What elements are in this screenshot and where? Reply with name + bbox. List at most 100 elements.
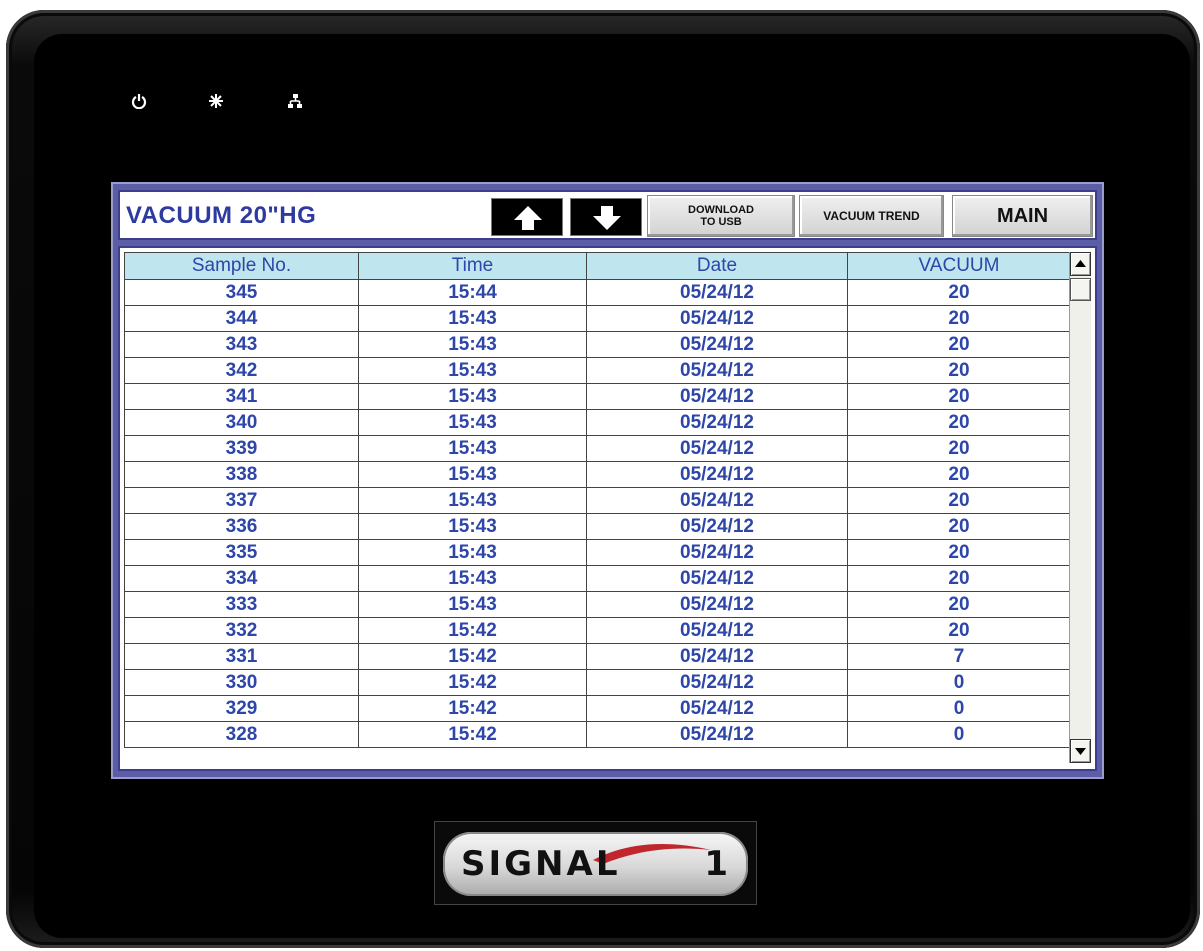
cell-sample-no: 333 — [124, 591, 359, 618]
cell-time: 15:43 — [358, 305, 587, 332]
cell-vacuum: 7 — [847, 643, 1071, 670]
cell-date: 05/24/12 — [586, 435, 848, 462]
table-row: 342 15:43 05/24/12 20 — [124, 357, 1071, 384]
download-label-line2: TO USB — [700, 216, 742, 228]
cell-time: 15:43 — [358, 357, 587, 384]
table-row: 339 15:43 05/24/12 20 — [124, 435, 1071, 462]
download-to-usb-button[interactable]: DOWNLOAD TO USB — [647, 195, 795, 237]
cell-time: 15:43 — [358, 331, 587, 358]
column-header-vacuum[interactable]: VACUUM — [847, 252, 1071, 280]
cell-time: 15:43 — [358, 461, 587, 488]
cell-sample-no: 330 — [124, 669, 359, 696]
download-label-line1: DOWNLOAD — [688, 204, 754, 216]
cell-vacuum: 20 — [847, 279, 1071, 306]
cell-date: 05/24/12 — [586, 487, 848, 514]
triangle-up-icon — [1075, 260, 1086, 267]
cell-date: 05/24/12 — [586, 591, 848, 618]
column-header-date[interactable]: Date — [586, 252, 848, 280]
table-row: 338 15:43 05/24/12 20 — [124, 461, 1071, 488]
scrollbar-down-button[interactable] — [1070, 739, 1091, 763]
cell-time: 15:42 — [358, 721, 587, 748]
scrollbar-thumb[interactable] — [1070, 278, 1091, 301]
cell-sample-no: 339 — [124, 435, 359, 462]
cell-vacuum: 20 — [847, 305, 1071, 332]
cell-time: 15:42 — [358, 643, 587, 670]
column-header-sample-no[interactable]: Sample No. — [124, 252, 359, 280]
cell-time: 15:44 — [358, 279, 587, 306]
table-row: 334 15:43 05/24/12 20 — [124, 565, 1071, 592]
network-icon — [287, 93, 303, 113]
logo-text: SIGNAL — [461, 844, 621, 884]
cell-date: 05/24/12 — [586, 695, 848, 722]
cell-vacuum: 20 — [847, 331, 1071, 358]
cell-time: 15:42 — [358, 695, 587, 722]
triangle-down-icon — [1075, 748, 1086, 755]
scroll-up-button[interactable] — [491, 198, 563, 236]
cell-date: 05/24/12 — [586, 643, 848, 670]
cell-vacuum: 20 — [847, 565, 1071, 592]
cell-sample-no: 335 — [124, 539, 359, 566]
cell-date: 05/24/12 — [586, 305, 848, 332]
cell-vacuum: 20 — [847, 591, 1071, 618]
cell-date: 05/24/12 — [586, 669, 848, 696]
data-table: Sample No. Time Date VACUUM 345 15:44 05/2… — [124, 252, 1071, 748]
table-row: 340 15:43 05/24/12 20 — [124, 409, 1071, 436]
cell-vacuum: 20 — [847, 435, 1071, 462]
cell-sample-no: 328 — [124, 721, 359, 748]
cell-sample-no: 340 — [124, 409, 359, 436]
main-button[interactable]: MAIN — [952, 195, 1093, 237]
cell-sample-no: 342 — [124, 357, 359, 384]
signal1-logo: SIGNAL 1 — [434, 821, 757, 905]
vacuum-trend-button[interactable]: VACUUM TREND — [799, 195, 944, 237]
power-icon — [131, 93, 147, 113]
cell-sample-no: 343 — [124, 331, 359, 358]
cell-sample-no: 344 — [124, 305, 359, 332]
cell-time: 15:43 — [358, 513, 587, 540]
cell-time: 15:43 — [358, 539, 587, 566]
cell-time: 15:43 — [358, 565, 587, 592]
arrow-down-icon — [593, 206, 621, 230]
cell-sample-no: 336 — [124, 513, 359, 540]
cell-vacuum: 20 — [847, 409, 1071, 436]
asterisk-icon — [208, 93, 224, 113]
cell-date: 05/24/12 — [586, 513, 848, 540]
cell-date: 05/24/12 — [586, 461, 848, 488]
cell-time: 15:43 — [358, 591, 587, 618]
table-row: 344 15:43 05/24/12 20 — [124, 305, 1071, 332]
page-title: VACUUM 20"HG — [126, 202, 317, 229]
table-row: 330 15:42 05/24/12 0 — [124, 669, 1071, 696]
cell-date: 05/24/12 — [586, 539, 848, 566]
vertical-scrollbar[interactable] — [1069, 252, 1091, 763]
table-row: 337 15:43 05/24/12 20 — [124, 487, 1071, 514]
cell-vacuum: 20 — [847, 617, 1071, 644]
cell-date: 05/24/12 — [586, 721, 848, 748]
cell-date: 05/24/12 — [586, 357, 848, 384]
cell-vacuum: 20 — [847, 487, 1071, 514]
cell-sample-no: 341 — [124, 383, 359, 410]
cell-vacuum: 20 — [847, 539, 1071, 566]
scrollbar-up-button[interactable] — [1070, 252, 1091, 276]
column-header-time[interactable]: Time — [358, 252, 587, 280]
cell-time: 15:43 — [358, 487, 587, 514]
cell-date: 05/24/12 — [586, 279, 848, 306]
table-row: 345 15:44 05/24/12 20 — [124, 279, 1071, 306]
table-row: 328 15:42 05/24/12 0 — [124, 721, 1071, 748]
table-row: 331 15:42 05/24/12 7 — [124, 643, 1071, 670]
scroll-down-button[interactable] — [570, 198, 642, 236]
logo-number: 1 — [704, 844, 728, 884]
cell-date: 05/24/12 — [586, 565, 848, 592]
header-bar: VACUUM 20"HG DOWNLOAD TO USB VACUUM TREN… — [118, 190, 1097, 240]
cell-vacuum: 0 — [847, 721, 1071, 748]
cell-vacuum: 0 — [847, 669, 1071, 696]
cell-sample-no: 334 — [124, 565, 359, 592]
cell-date: 05/24/12 — [586, 331, 848, 358]
cell-vacuum: 20 — [847, 383, 1071, 410]
table-row: 329 15:42 05/24/12 0 — [124, 695, 1071, 722]
cell-time: 15:42 — [358, 617, 587, 644]
cell-sample-no: 331 — [124, 643, 359, 670]
cell-vacuum: 20 — [847, 461, 1071, 488]
cell-sample-no: 337 — [124, 487, 359, 514]
cell-date: 05/24/12 — [586, 383, 848, 410]
cell-sample-no: 338 — [124, 461, 359, 488]
hmi-screen: VACUUM 20"HG DOWNLOAD TO USB VACUUM TREN… — [111, 182, 1104, 779]
